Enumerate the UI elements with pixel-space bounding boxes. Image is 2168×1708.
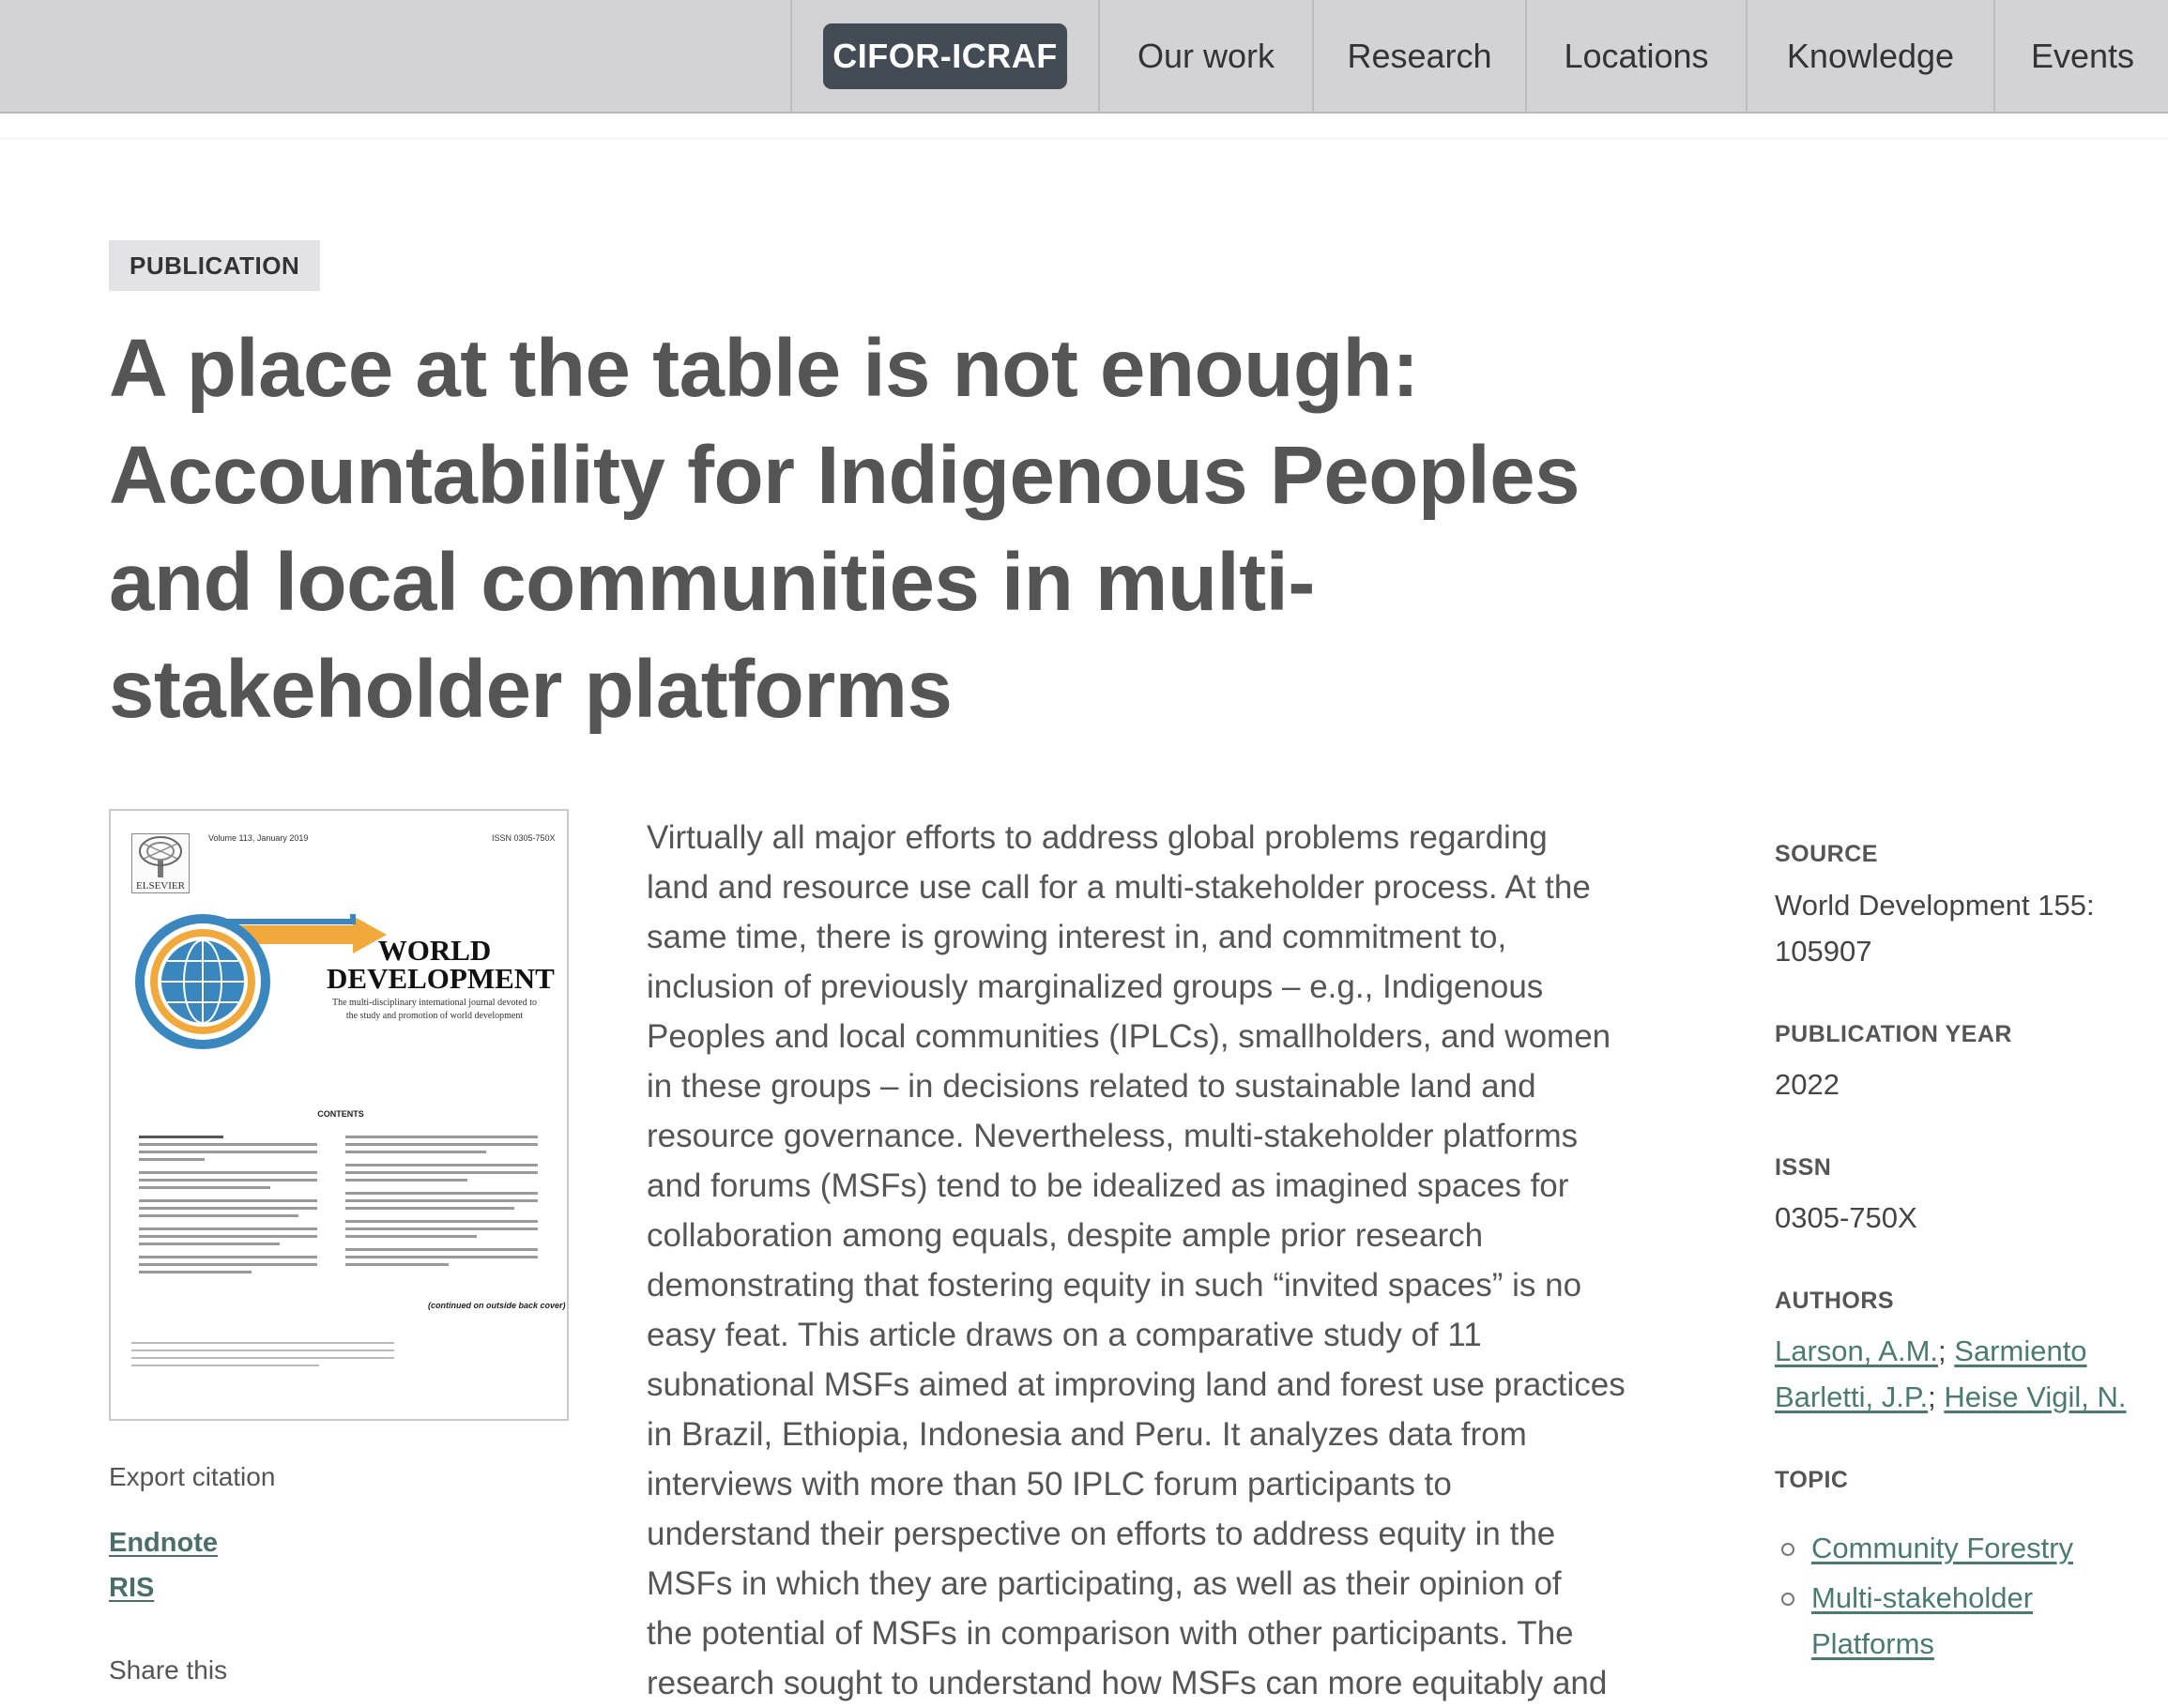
abstract-line: resource governance. Nevertheless, multi… [647, 1118, 1579, 1154]
top-navigation-bar: CIFOR-ICRAF Our work Research Locations … [0, 0, 2168, 114]
abstract-line: in Brazil, Ethiopia, Indonesia and Peru.… [647, 1416, 1527, 1453]
cover-contents-heading: CONTENTS [317, 1109, 364, 1119]
topic-label: TOPIC [1775, 1467, 1849, 1493]
source-value: World Development 155: 105907 [1775, 889, 2095, 968]
nav-item-knowledge[interactable]: Knowledge [1748, 0, 1995, 112]
nav-item-our-work[interactable]: Our work [1100, 0, 1314, 112]
publication-year-value: 2022 [1775, 1068, 1840, 1101]
authors-list: Larson, A.M.; Sarmiento Barletti, J.P.; … [1775, 1334, 2127, 1413]
abstract-line: Peoples and local communities (IPLCs), s… [647, 1018, 1611, 1055]
page-title: A place at the table is not enough: Acco… [109, 323, 1580, 735]
cover-tagline: The multi-disciplinary international jou… [332, 998, 537, 1021]
abstract-line: and forums (MSFs) tend to be idealized a… [647, 1167, 1569, 1204]
main-menu: CIFOR-ICRAF Our work Research Locations … [790, 0, 2168, 112]
abstract-line: easy feat. This article draws on a compa… [647, 1317, 1482, 1353]
cover-title-line-2: DEVELOPMENT [327, 962, 555, 995]
abstract-line: understand their perspective on efforts … [647, 1516, 1556, 1552]
abstract-line: land and resource use call for a multi-s… [647, 869, 1591, 906]
nav-item-locations[interactable]: Locations [1527, 0, 1748, 112]
export-ris-link[interactable]: RIS [109, 1573, 154, 1604]
cover-title-line-1: WORLD [377, 934, 492, 967]
topic-item: Multi-stakeholder Platforms [1775, 1575, 2150, 1667]
source-label: SOURCE [1775, 841, 1878, 867]
publication-year-label: PUBLICATION YEAR [1775, 1021, 2012, 1047]
brand-logo-button[interactable]: CIFOR-ICRAF [823, 23, 1067, 89]
publication-type-badge: PUBLICATION [109, 240, 321, 291]
cover-volume: Volume 113, January 2019 [208, 833, 309, 843]
cover-continued-note: (continued on outside back cover) [428, 1301, 566, 1310]
brand-cell: CIFOR-ICRAF [792, 0, 1100, 112]
issn-label: ISSN [1775, 1154, 1832, 1181]
cover-journal-title: WORLD DEVELOPMENT [327, 934, 555, 995]
circle-bullet-icon [1781, 1543, 1794, 1556]
abstract-line: demonstrating that fostering equity in s… [647, 1267, 1582, 1304]
cover-issn: ISSN 0305-750X [492, 833, 556, 843]
abstract-line: subnational MSFs aimed at improving land… [647, 1366, 1626, 1403]
nav-item-research[interactable]: Research [1314, 0, 1527, 112]
export-endnote-link[interactable]: Endnote [109, 1528, 218, 1559]
header-divider [0, 138, 2168, 139]
author-link[interactable]: Heise Vigil, N. [1944, 1380, 2126, 1413]
abstract-line: MSFs in which they are participating, as… [647, 1565, 1562, 1602]
journal-cover-image: ELSEVIER Volume 113, January 2019 ISSN 0… [109, 809, 569, 1421]
publisher-name: ELSEVIER [136, 880, 185, 892]
tree-icon [139, 836, 182, 877]
authors-label: AUTHORS [1775, 1288, 1895, 1314]
issn-value: 0305-750X [1775, 1201, 1917, 1234]
cover-footnote-lines [131, 1342, 404, 1366]
topic-link-multi-stakeholder-platforms[interactable]: Multi-stakeholder Platforms [1811, 1581, 2033, 1660]
topic-link-community-forestry[interactable]: Community Forestry [1811, 1532, 2073, 1564]
abstract-line: in these groups – in decisions related t… [647, 1068, 1536, 1105]
author-link[interactable]: Larson, A.M. [1775, 1334, 1938, 1367]
topic-item: Community Forestry [1775, 1525, 2150, 1571]
topic-list: Community Forestry Multi-stakeholder Pla… [1775, 1525, 2150, 1670]
share-this-label: Share this [109, 1655, 228, 1685]
abstract-line: Virtually all major efforts to address g… [647, 819, 1548, 856]
circle-bullet-icon [1781, 1593, 1794, 1606]
export-citation-label: Export citation [109, 1462, 276, 1491]
abstract-line: research sought to understand how MSFs c… [647, 1665, 1608, 1701]
abstract-line: collaboration among equals, despite ampl… [647, 1217, 1484, 1254]
abstract-line: inclusion of previously marginalized gro… [647, 968, 1544, 1005]
abstract-line: interviews with more than 50 IPLC forum … [647, 1466, 1452, 1502]
nav-item-events[interactable]: Events [1995, 0, 2168, 112]
abstract-text: Virtually all major efforts to address g… [647, 813, 1735, 1708]
abstract-line: the potential of MSFs in comparison with… [647, 1615, 1574, 1652]
abstract-line: same time, there is growing interest in,… [647, 919, 1507, 955]
